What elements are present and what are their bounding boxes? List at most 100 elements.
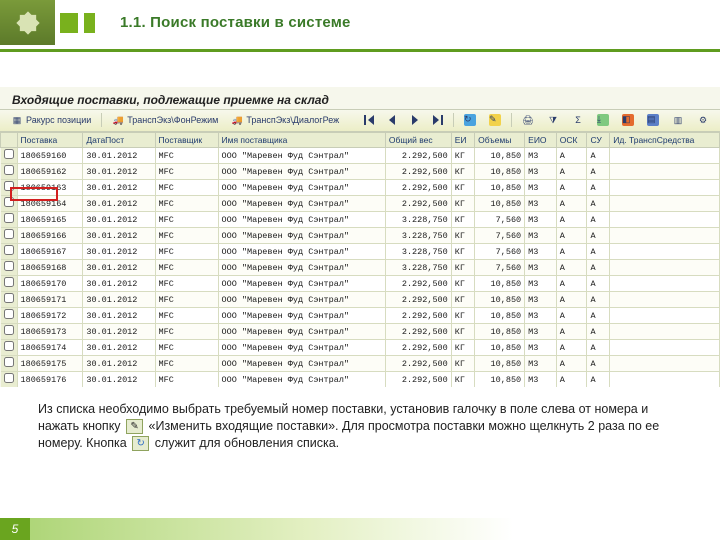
- row-checkbox-cell[interactable]: [1, 276, 18, 292]
- col-header[interactable]: Имя поставщика: [218, 133, 385, 148]
- row-checkbox[interactable]: [4, 149, 14, 159]
- row-checkbox[interactable]: [4, 197, 14, 207]
- cell-osk: A: [556, 308, 587, 324]
- row-checkbox-cell[interactable]: [1, 324, 18, 340]
- row-checkbox-cell[interactable]: [1, 292, 18, 308]
- col-header[interactable]: ДатаПост: [83, 133, 155, 148]
- layout-button[interactable]: ▤: [642, 112, 664, 128]
- cell-delivery[interactable]: 180659167: [17, 244, 83, 260]
- table-row[interactable]: 18065917230.01.2012MFCООО "Маревен Фуд С…: [1, 308, 720, 324]
- col-header[interactable]: Общий вес: [385, 133, 451, 148]
- row-checkbox-cell[interactable]: [1, 212, 18, 228]
- cell-delivery[interactable]: 180659168: [17, 260, 83, 276]
- col-header[interactable]: ЕИО: [525, 133, 557, 148]
- cell-delivery[interactable]: 180659165: [17, 212, 83, 228]
- sum-button[interactable]: Σ: [567, 112, 589, 128]
- nav-prev-button[interactable]: [382, 112, 402, 128]
- table-row[interactable]: 18065916230.01.2012MFCООО "Маревен Фуд С…: [1, 164, 720, 180]
- table-row[interactable]: 18065917430.01.2012MFCООО "Маревен Фуд С…: [1, 340, 720, 356]
- cell-supplier: MFC: [155, 308, 218, 324]
- col-header[interactable]: ОСК: [556, 133, 587, 148]
- table-row[interactable]: 18065917130.01.2012MFCООО "Маревен Фуд С…: [1, 292, 720, 308]
- fon-mode-button[interactable]: 🚚 ТранспЭкз\ФонРежим: [107, 112, 223, 128]
- row-checkbox[interactable]: [4, 213, 14, 223]
- col-header[interactable]: ЕИ: [451, 133, 474, 148]
- cell-delivery[interactable]: 180659173: [17, 324, 83, 340]
- cell-delivery[interactable]: 180659176: [17, 372, 83, 388]
- col-header[interactable]: Поставка: [17, 133, 83, 148]
- export-button[interactable]: ⤓: [592, 112, 614, 128]
- columns-button[interactable]: ▥: [667, 112, 689, 128]
- table-row[interactable]: 18065916730.01.2012MFCООО "Маревен Фуд С…: [1, 244, 720, 260]
- col-header[interactable]: Ид. ТранспСредства: [610, 133, 720, 148]
- row-checkbox-cell[interactable]: [1, 244, 18, 260]
- table-row[interactable]: 18065916430.01.2012MFCООО "Маревен Фуд С…: [1, 196, 720, 212]
- chart-button[interactable]: ◧: [617, 112, 639, 128]
- table-row[interactable]: 18065917530.01.2012MFCООО "Маревен Фуд С…: [1, 356, 720, 372]
- cell-weight-unit: КГ: [451, 148, 474, 164]
- table-row[interactable]: 18065916330.01.2012MFCООО "Маревен Фуд С…: [1, 180, 720, 196]
- cell-volume-unit: М3: [525, 260, 557, 276]
- dialog-mode-button[interactable]: 🚚 ТранспЭкз\ДиалогРеж: [226, 112, 344, 128]
- table-row[interactable]: 18065917330.01.2012MFCООО "Маревен Фуд С…: [1, 324, 720, 340]
- row-checkbox-cell[interactable]: [1, 372, 18, 388]
- cell-delivery[interactable]: 180659170: [17, 276, 83, 292]
- table-row[interactable]: 18065916530.01.2012MFCООО "Маревен Фуд С…: [1, 212, 720, 228]
- cell-delivery[interactable]: 180659163: [17, 180, 83, 196]
- row-checkbox-cell[interactable]: [1, 164, 18, 180]
- refresh-button[interactable]: ↻: [459, 112, 481, 128]
- cell-delivery[interactable]: 180659162: [17, 164, 83, 180]
- filter-button[interactable]: ⧩: [542, 112, 564, 128]
- cell-delivery[interactable]: 180659164: [17, 196, 83, 212]
- table-row[interactable]: 18065916630.01.2012MFCООО "Маревен Фуд С…: [1, 228, 720, 244]
- row-checkbox-cell[interactable]: [1, 340, 18, 356]
- row-checkbox[interactable]: [4, 293, 14, 303]
- row-checkbox-cell[interactable]: [1, 356, 18, 372]
- row-checkbox[interactable]: [4, 261, 14, 271]
- row-checkbox-cell[interactable]: [1, 148, 18, 164]
- edit-button[interactable]: ✎: [484, 112, 506, 128]
- nav-last-button[interactable]: [428, 112, 448, 128]
- col-header[interactable]: [1, 133, 18, 148]
- row-checkbox[interactable]: [4, 357, 14, 367]
- table-row[interactable]: 18065916830.01.2012MFCООО "Маревен Фуд С…: [1, 260, 720, 276]
- row-checkbox-cell[interactable]: [1, 196, 18, 212]
- row-checkbox[interactable]: [4, 165, 14, 175]
- col-header[interactable]: Поставщик: [155, 133, 218, 148]
- cell-delivery[interactable]: 180659175: [17, 356, 83, 372]
- row-checkbox[interactable]: [4, 229, 14, 239]
- cell-delivery[interactable]: 180659171: [17, 292, 83, 308]
- col-header[interactable]: Объемы: [475, 133, 525, 148]
- cell-volume: 10,850: [475, 372, 525, 388]
- row-checkbox[interactable]: [4, 181, 14, 191]
- cell-transport: [610, 324, 720, 340]
- cell-delivery[interactable]: 180659174: [17, 340, 83, 356]
- cell-delivery[interactable]: 180659166: [17, 228, 83, 244]
- row-checkbox[interactable]: [4, 373, 14, 383]
- cell-weight-unit: КГ: [451, 292, 474, 308]
- row-checkbox[interactable]: [4, 341, 14, 351]
- row-checkbox-cell[interactable]: [1, 308, 18, 324]
- print-button[interactable]: 🖨: [517, 112, 539, 128]
- cell-delivery[interactable]: 180659160: [17, 148, 83, 164]
- table-row[interactable]: 18065917630.01.2012MFCООО "Маревен Фуд С…: [1, 372, 720, 388]
- table-row[interactable]: 18065916030.01.2012MFCООО "Маревен Фуд С…: [1, 148, 720, 164]
- row-checkbox[interactable]: [4, 325, 14, 335]
- row-checkbox[interactable]: [4, 309, 14, 319]
- row-checkbox[interactable]: [4, 245, 14, 255]
- cell-supplier-name: ООО "Маревен Фуд Сэнтрал": [218, 164, 385, 180]
- table-row[interactable]: 18065917030.01.2012MFCООО "Маревен Фуд С…: [1, 276, 720, 292]
- row-checkbox-cell[interactable]: [1, 228, 18, 244]
- cell-volume-unit: М3: [525, 340, 557, 356]
- cell-date: 30.01.2012: [83, 228, 155, 244]
- nav-next-button[interactable]: [405, 112, 425, 128]
- row-checkbox[interactable]: [4, 277, 14, 287]
- cell-transport: [610, 340, 720, 356]
- settings-button[interactable]: ⚙: [692, 112, 714, 128]
- nav-first-button[interactable]: [359, 112, 379, 128]
- cell-delivery[interactable]: 180659172: [17, 308, 83, 324]
- row-checkbox-cell[interactable]: [1, 260, 18, 276]
- col-header[interactable]: СУ: [587, 133, 610, 148]
- rakurs-button[interactable]: ▦ Ракурс позиции: [6, 112, 96, 128]
- row-checkbox-cell[interactable]: [1, 180, 18, 196]
